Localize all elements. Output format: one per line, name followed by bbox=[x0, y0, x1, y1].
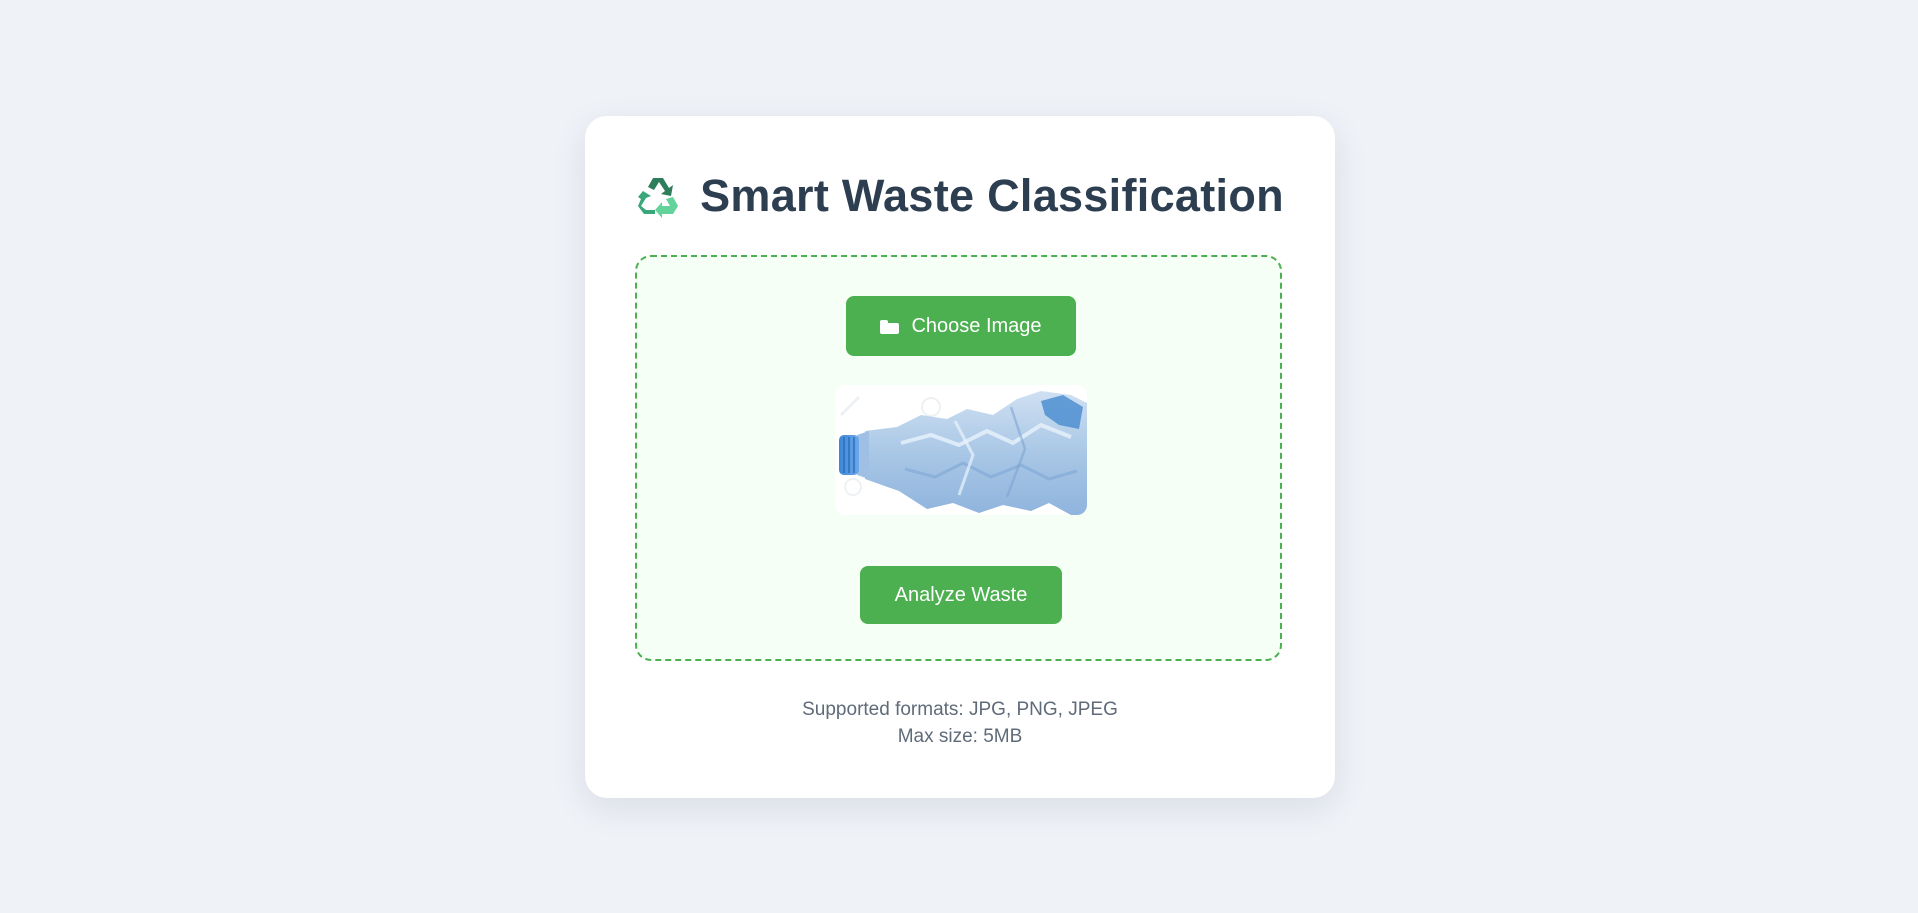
upload-info: Supported formats: JPG, PNG, JPEG Max si… bbox=[585, 696, 1335, 750]
upload-dropzone[interactable]: Choose Image Analyze Waste bbox=[635, 255, 1282, 661]
header: Smart Waste Classification bbox=[585, 166, 1335, 226]
analyze-waste-label: Analyze Waste bbox=[894, 583, 1028, 606]
page-title: Smart Waste Classification bbox=[700, 170, 1284, 221]
supported-formats-text: Supported formats: JPG, PNG, JPEG bbox=[802, 699, 1118, 720]
max-size-text: Max size: 5MB bbox=[897, 726, 1023, 747]
analyze-waste-button[interactable]: Analyze Waste bbox=[860, 566, 1062, 624]
image-preview bbox=[835, 385, 1087, 515]
folder-icon bbox=[880, 319, 900, 334]
choose-image-button[interactable]: Choose Image bbox=[846, 296, 1076, 356]
recycle-icon bbox=[636, 173, 682, 219]
choose-image-label: Choose Image bbox=[911, 314, 1042, 337]
classifier-card: Smart Waste Classification Choose Image bbox=[585, 116, 1335, 798]
